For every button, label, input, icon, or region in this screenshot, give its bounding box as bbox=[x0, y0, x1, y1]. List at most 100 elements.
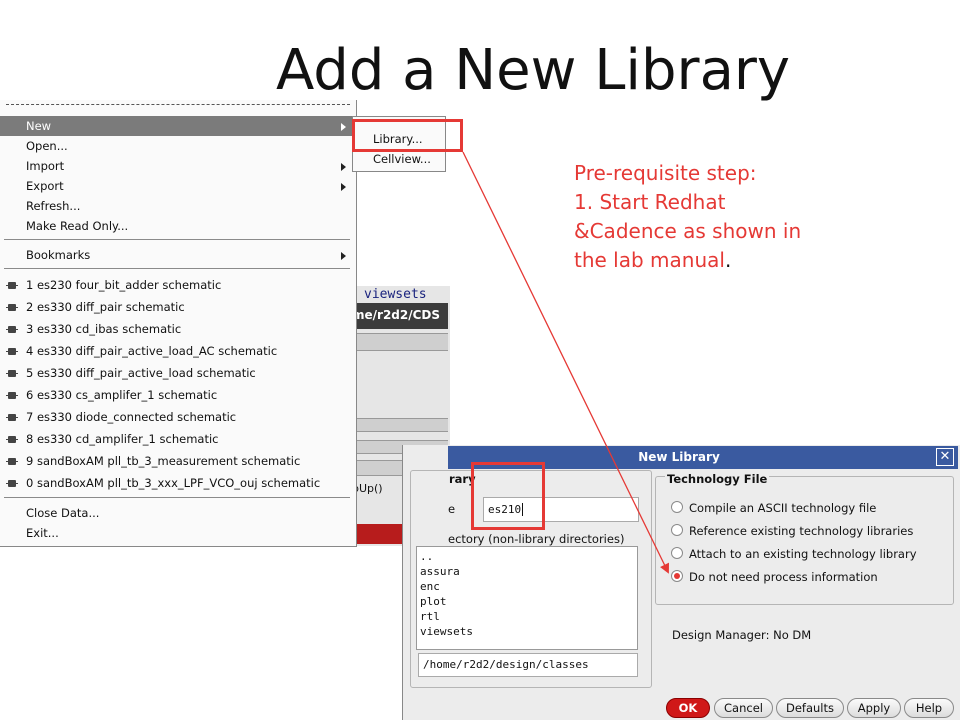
slide-title: Add a New Library bbox=[275, 38, 791, 103]
library-highlight-box bbox=[352, 119, 463, 152]
menu-item-label: Exit... bbox=[26, 526, 59, 540]
radio-selected-icon bbox=[671, 570, 683, 582]
menu-item-label: Close Data... bbox=[26, 506, 100, 520]
menu-item-bookmarks[interactable]: Bookmarks bbox=[0, 245, 352, 265]
submenu-arrow-icon bbox=[341, 123, 346, 131]
menu-item-label: Refresh... bbox=[26, 199, 81, 213]
background-viewsets-text: viewsets bbox=[364, 287, 427, 302]
menu-item-label: New bbox=[26, 119, 52, 133]
note-line-text: the lab manual bbox=[574, 248, 725, 272]
directory-item[interactable]: enc bbox=[420, 579, 637, 594]
recent-item-label: 1 es230 four_bit_adder schematic bbox=[26, 278, 222, 292]
recent-item-label: 9 sandBoxAM pll_tb_3_measurement schemat… bbox=[26, 454, 301, 468]
menu-item-label: Bookmarks bbox=[26, 248, 91, 262]
defaults-button[interactable]: Defaults bbox=[776, 698, 844, 718]
recent-item-label: 6 es330 cs_amplifer_1 schematic bbox=[26, 388, 218, 402]
recent-item-1[interactable]: 1 es230 four_bit_adder schematic bbox=[0, 275, 352, 295]
radio-compile-ascii[interactable]: Compile an ASCII technology file bbox=[671, 501, 876, 515]
menu-separator bbox=[4, 239, 350, 240]
technology-file-title: Technology File bbox=[665, 472, 770, 486]
recent-item-label: 8 es330 cd_amplifer_1 schematic bbox=[26, 432, 219, 446]
submenu-arrow-icon bbox=[341, 252, 346, 260]
recent-item-label: 5 es330 diff_pair_active_load schematic bbox=[26, 366, 256, 380]
radio-label: Reference existing technology libraries bbox=[689, 524, 914, 538]
menu-separator bbox=[4, 268, 350, 269]
menu-item-label: Open... bbox=[26, 139, 68, 153]
recent-item-2[interactable]: 2 es330 diff_pair schematic bbox=[0, 297, 352, 317]
schematic-icon bbox=[6, 436, 18, 443]
menu-item-refresh[interactable]: Refresh... bbox=[0, 196, 352, 216]
apply-button[interactable]: Apply bbox=[847, 698, 901, 718]
menu-item-make-read-only[interactable]: Make Read Only... bbox=[0, 216, 352, 236]
recent-item-3[interactable]: 3 es330 cd_ibas schematic bbox=[0, 319, 352, 339]
recent-item-4[interactable]: 4 es330 diff_pair_active_load_AC schemat… bbox=[0, 341, 352, 361]
background-path-text: me/r2d2/CDS bbox=[352, 308, 441, 322]
directory-item[interactable]: viewsets bbox=[420, 624, 637, 639]
menu-item-label: Import bbox=[26, 159, 65, 173]
recent-item-7[interactable]: 7 es330 diode_connected schematic bbox=[0, 407, 352, 427]
schematic-icon bbox=[6, 282, 18, 289]
schematic-icon bbox=[6, 348, 18, 355]
schematic-icon bbox=[6, 480, 18, 487]
directory-item[interactable]: assura bbox=[420, 564, 637, 579]
menu-item-import[interactable]: Import bbox=[0, 156, 352, 176]
file-menu: New Open... Import Export Refresh... Mak… bbox=[0, 100, 357, 547]
menu-item-export[interactable]: Export bbox=[0, 176, 352, 196]
schematic-icon bbox=[6, 458, 18, 465]
directory-item[interactable]: .. bbox=[420, 549, 637, 564]
recent-item-5[interactable]: 5 es330 diff_pair_active_load schematic bbox=[0, 363, 352, 383]
note-line: 1. Start Redhat bbox=[574, 190, 726, 214]
recent-item-label: 7 es330 diode_connected schematic bbox=[26, 410, 237, 424]
directory-item[interactable]: rtl bbox=[420, 609, 637, 624]
help-button[interactable]: Help bbox=[904, 698, 954, 718]
ok-button[interactable]: OK bbox=[666, 698, 710, 718]
schematic-icon bbox=[6, 392, 18, 399]
radio-icon bbox=[671, 524, 683, 536]
name-label: e bbox=[448, 502, 456, 516]
recent-item-9[interactable]: 9 sandBoxAM pll_tb_3_measurement schemat… bbox=[0, 451, 352, 471]
menu-item-new[interactable]: New bbox=[0, 116, 352, 136]
menu-item-label: Make Read Only... bbox=[26, 219, 129, 233]
radio-reference-existing[interactable]: Reference existing technology libraries bbox=[671, 524, 913, 538]
directory-list[interactable]: .. assura enc plot rtl viewsets bbox=[416, 546, 638, 650]
design-manager-label: Design Manager: No DM bbox=[672, 628, 812, 642]
note-line: the lab manual. bbox=[574, 246, 874, 275]
radio-label: Attach to an existing technology library bbox=[689, 547, 917, 561]
radio-icon bbox=[671, 547, 683, 559]
recent-item-8[interactable]: 8 es330 cd_amplifer_1 schematic bbox=[0, 429, 352, 449]
schematic-icon bbox=[6, 370, 18, 377]
prerequisite-note: Pre-requisite step: 1. Start Redhat &Cad… bbox=[574, 159, 874, 275]
recent-item-label: 0 sandBoxAM pll_tb_3_xxx_LPF_VCO_ouj sch… bbox=[26, 476, 321, 490]
note-line: Pre-requisite step: bbox=[574, 161, 757, 185]
menu-item-close-data[interactable]: Close Data... bbox=[0, 503, 352, 523]
submenu-arrow-icon bbox=[341, 163, 346, 171]
submenu-item-cellview[interactable]: Cellview... bbox=[373, 152, 431, 166]
note-period: . bbox=[724, 248, 732, 272]
technology-file-group bbox=[655, 476, 954, 605]
directory-path-input[interactable]: /home/r2d2/design/classes bbox=[418, 653, 638, 677]
recent-item-label: 3 es330 cd_ibas schematic bbox=[26, 322, 182, 336]
close-icon[interactable]: ✕ bbox=[936, 448, 954, 466]
radio-no-process-info[interactable]: Do not need process information bbox=[671, 570, 878, 584]
note-line: &Cadence as shown in bbox=[574, 219, 802, 243]
menu-item-open[interactable]: Open... bbox=[0, 136, 352, 156]
schematic-icon bbox=[6, 326, 18, 333]
recent-item-label: 4 es330 diff_pair_active_load_AC schemat… bbox=[26, 344, 278, 358]
radio-label: Compile an ASCII technology file bbox=[689, 501, 877, 515]
recent-item-label: 2 es330 diff_pair schematic bbox=[26, 300, 185, 314]
name-highlight-box bbox=[471, 462, 545, 530]
schematic-icon bbox=[6, 414, 18, 421]
submenu-arrow-icon bbox=[341, 183, 346, 191]
cancel-button[interactable]: Cancel bbox=[714, 698, 773, 718]
radio-label: Do not need process information bbox=[689, 570, 878, 584]
menu-item-label: Export bbox=[26, 179, 64, 193]
recent-item-6[interactable]: 6 es330 cs_amplifer_1 schematic bbox=[0, 385, 352, 405]
menu-item-exit[interactable]: Exit... bbox=[0, 523, 352, 543]
directory-label: ectory (non-library directories) bbox=[448, 532, 625, 546]
directory-item[interactable]: plot bbox=[420, 594, 637, 609]
schematic-icon bbox=[6, 304, 18, 311]
recent-item-0[interactable]: 0 sandBoxAM pll_tb_3_xxx_LPF_VCO_ouj sch… bbox=[0, 473, 352, 493]
menu-tear-off[interactable] bbox=[6, 104, 350, 105]
menu-separator bbox=[4, 497, 350, 498]
radio-attach-existing[interactable]: Attach to an existing technology library bbox=[671, 547, 917, 561]
